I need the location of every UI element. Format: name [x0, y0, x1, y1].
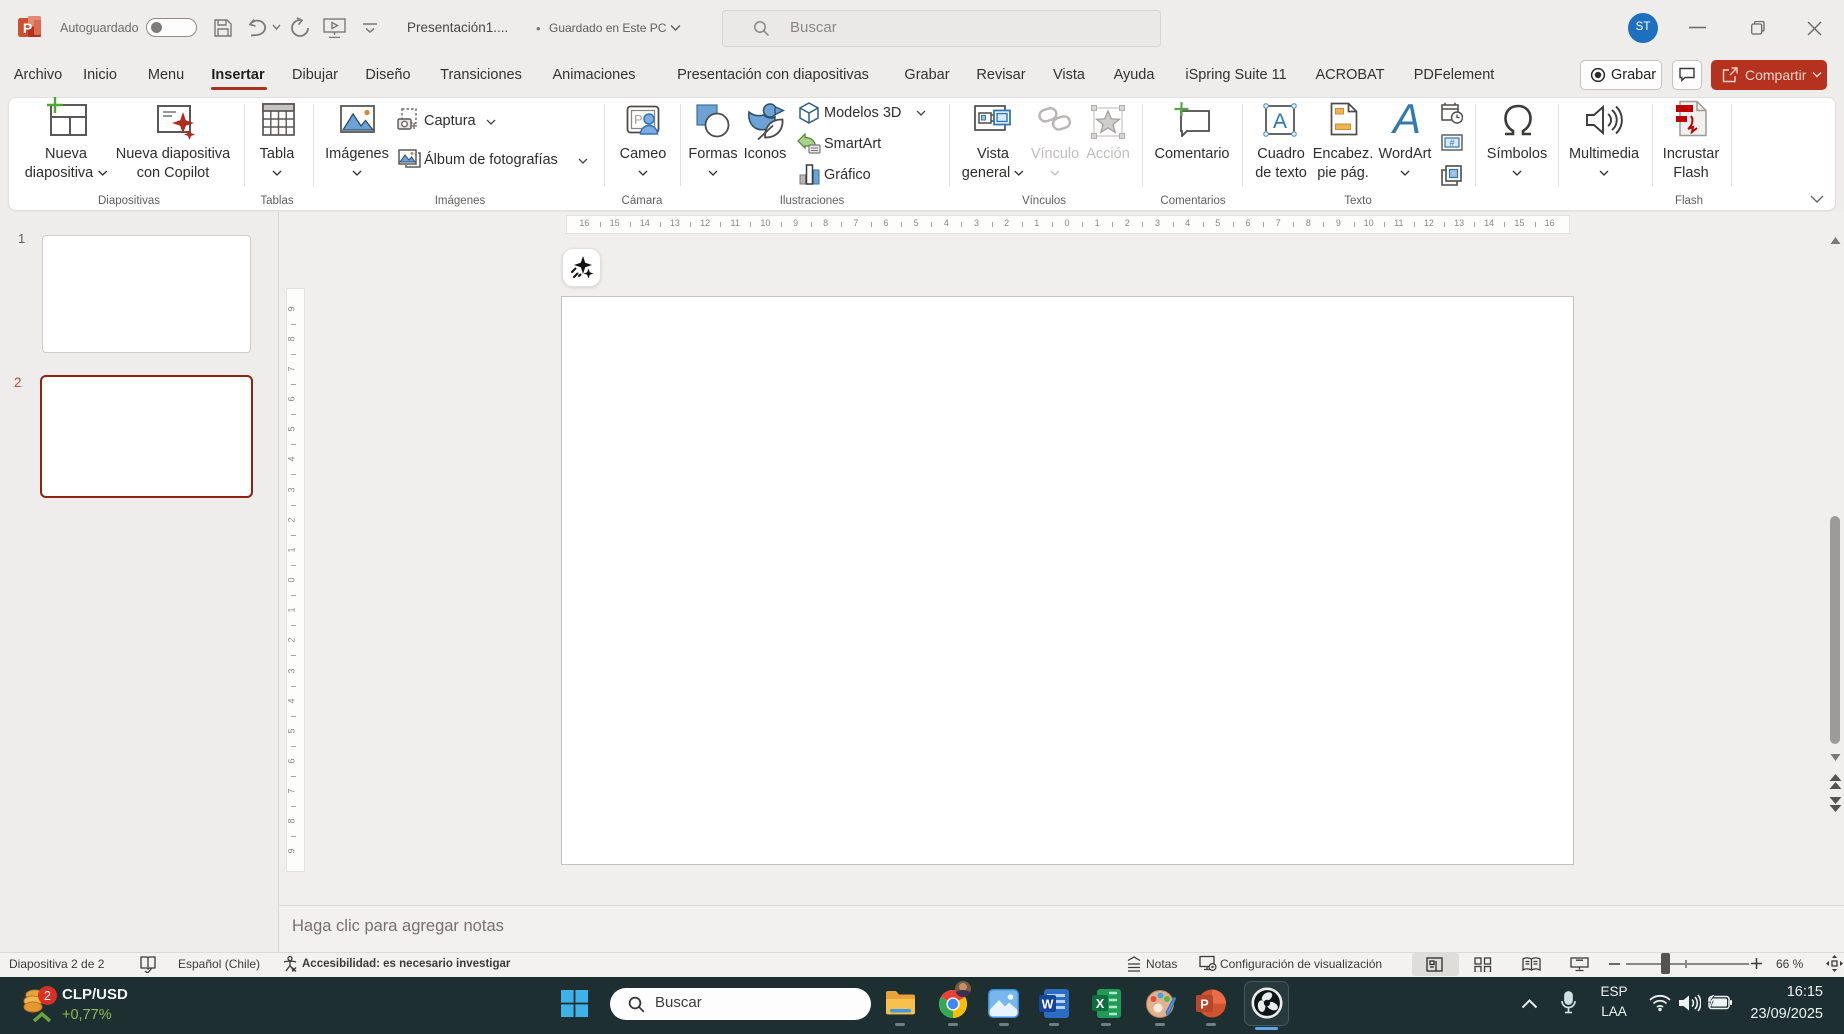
svg-text:A: A	[1273, 110, 1287, 133]
svg-text:#: #	[1449, 138, 1454, 148]
svg-text:P: P	[1200, 998, 1208, 1012]
svg-text:P: P	[23, 20, 32, 36]
svg-text:A: A	[1390, 99, 1421, 139]
svg-text:X: X	[1096, 997, 1105, 1011]
svg-text:W: W	[1042, 998, 1054, 1012]
svg-text:P: P	[634, 112, 643, 127]
